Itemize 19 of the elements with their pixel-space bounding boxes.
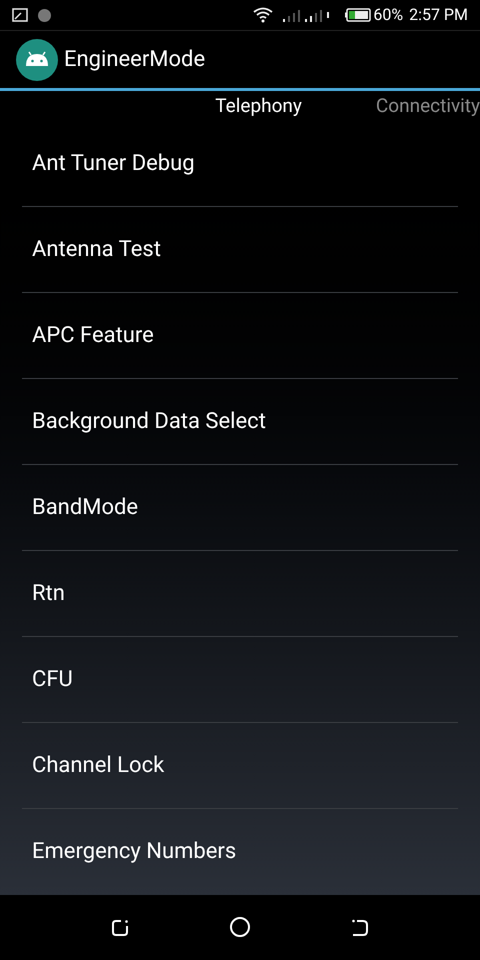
wifi-icon: [253, 7, 274, 24]
home-icon[interactable]: [229, 916, 251, 938]
battery-icon: [345, 8, 372, 22]
list-item[interactable]: APC Feature: [22, 292, 458, 379]
list-item[interactable]: Emergency Numbers: [22, 808, 458, 895]
battery-percentage: 60%: [373, 4, 404, 26]
list-item[interactable]: Antenna Test: [22, 206, 458, 293]
list-item[interactable]: Ant Tuner Debug: [22, 120, 458, 207]
list-item[interactable]: Rtn: [22, 550, 458, 637]
tab[interactable]: Telephony: [215, 92, 302, 120]
tab[interactable]: Connectivity: [376, 92, 480, 120]
app-title: EngineerMode: [64, 46, 206, 74]
list-item[interactable]: CFU: [22, 636, 458, 723]
list-item[interactable]: Background Data Select: [22, 378, 458, 465]
clock: 2:57 PM: [409, 4, 468, 26]
list-item[interactable]: Channel Lock: [22, 722, 458, 809]
android-app-icon: [16, 38, 58, 81]
cast-icon: [12, 8, 28, 22]
list-item[interactable]: BandMode: [22, 464, 458, 551]
